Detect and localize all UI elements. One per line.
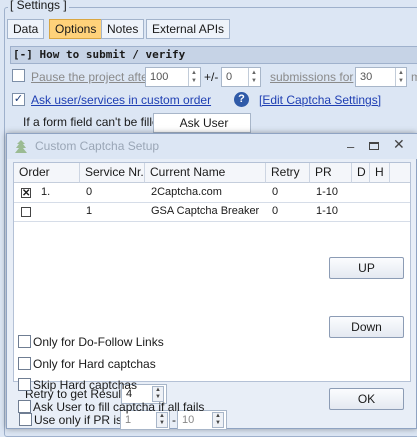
column-retry[interactable]: Retry [266,163,310,183]
table-row[interactable]: 1 GSA Captcha Breaker 0 1-10 [14,203,410,221]
pr-from-spinner[interactable]: ▲ ▼ [156,412,168,428]
skip-hard-checkbox[interactable] [18,378,31,391]
pr-from-value: 1 [125,414,132,426]
column-h[interactable]: H [370,163,390,183]
row-service-nr: 1 [86,205,93,217]
hard-captchas-checkbox[interactable] [18,357,31,370]
variance-value: 0 [226,71,233,83]
row-name: 2Captcha.com [151,186,222,198]
minutes-spinner[interactable]: ▲ ▼ [395,68,406,86]
ask-user-services-label[interactable]: Ask user/services in custom order [31,93,211,107]
column-current-name[interactable]: Current Name [145,163,266,183]
use-only-pr-checkbox[interactable] [19,413,32,426]
row-service-nr: 0 [86,186,93,198]
dofollow-label[interactable]: Only for Do-Follow Links [33,335,164,349]
row-order: 1. [41,186,51,198]
ask-user-fill-checkbox[interactable] [18,400,31,413]
form-field-label: If a form field can't be filled [23,115,166,129]
pause-count-spinner[interactable]: ▲ ▼ [188,68,199,86]
row-pr: 1-10 [316,205,339,217]
submissions-for-label: submissions for [270,70,354,84]
captcha-setup-icon [15,140,27,153]
tab-external-apis[interactable]: External APIs [146,19,231,39]
table-row[interactable]: ✕ 1. 0 2Captcha.com 0 1-10 [14,184,410,202]
column-service-nr[interactable]: Service Nr. [80,163,145,183]
dialog-title: Custom Captcha Setup [35,139,160,153]
row-retry: 0 [272,186,279,198]
column-filler [390,163,410,183]
down-button[interactable]: Down [329,316,404,338]
maximize-icon[interactable] [369,142,379,150]
minutes-value: 30 [360,71,373,83]
pr-dash: - [172,413,176,427]
use-only-pr-label[interactable]: Use only if PR is [34,413,122,427]
column-d[interactable]: D [352,163,370,183]
plus-minus-label: +/- [204,70,219,84]
tab-options[interactable]: Options [49,19,103,39]
row-divider [14,221,410,222]
pr-to-spinner[interactable]: ▲ ▼ [212,412,224,428]
row-checkbox[interactable] [21,207,31,217]
ask-user-services-checkbox[interactable] [12,93,25,106]
dofollow-checkbox[interactable] [18,335,31,348]
column-pr[interactable]: PR [310,163,352,183]
form-field-value: Ask User [179,116,229,130]
ok-button[interactable]: OK [329,388,404,410]
row-name: GSA Captcha Breaker [151,205,260,217]
pause-project-checkbox[interactable] [12,69,25,82]
up-button[interactable]: UP [329,257,404,279]
form-field-dropdown[interactable]: Ask User [153,113,251,133]
row-pr: 1-10 [316,186,339,198]
settings-caption: [ Settings ] [8,0,69,12]
ask-user-fill-label[interactable]: Ask User to fill captcha if all fails [33,400,204,414]
pause-project-label[interactable]: Pause the project after [31,70,152,84]
section-header-how-to-submit[interactable]: [-] How to submit / verify [10,46,417,64]
help-icon[interactable]: ? [234,92,249,107]
pause-count-value: 100 [150,71,169,83]
minutes-unit-label: m [411,70,417,84]
close-icon[interactable]: ✕ [393,137,405,151]
minimize-icon[interactable]: ‒ [347,140,354,153]
tab-data[interactable]: Data [7,19,45,39]
row-retry: 0 [272,205,279,217]
variance-spinner[interactable]: ▲ ▼ [248,68,259,86]
edit-captcha-settings-link[interactable]: [Edit Captcha Settings] [259,93,381,107]
pr-to-value: 10 [182,414,195,426]
hard-captchas-label[interactable]: Only for Hard captchas [33,357,156,371]
column-order[interactable]: Order [14,163,80,183]
row-checkbox[interactable]: ✕ [21,188,31,199]
tab-notes[interactable]: Notes [101,19,145,39]
skip-hard-label[interactable]: Skip Hard captchas [33,378,137,392]
